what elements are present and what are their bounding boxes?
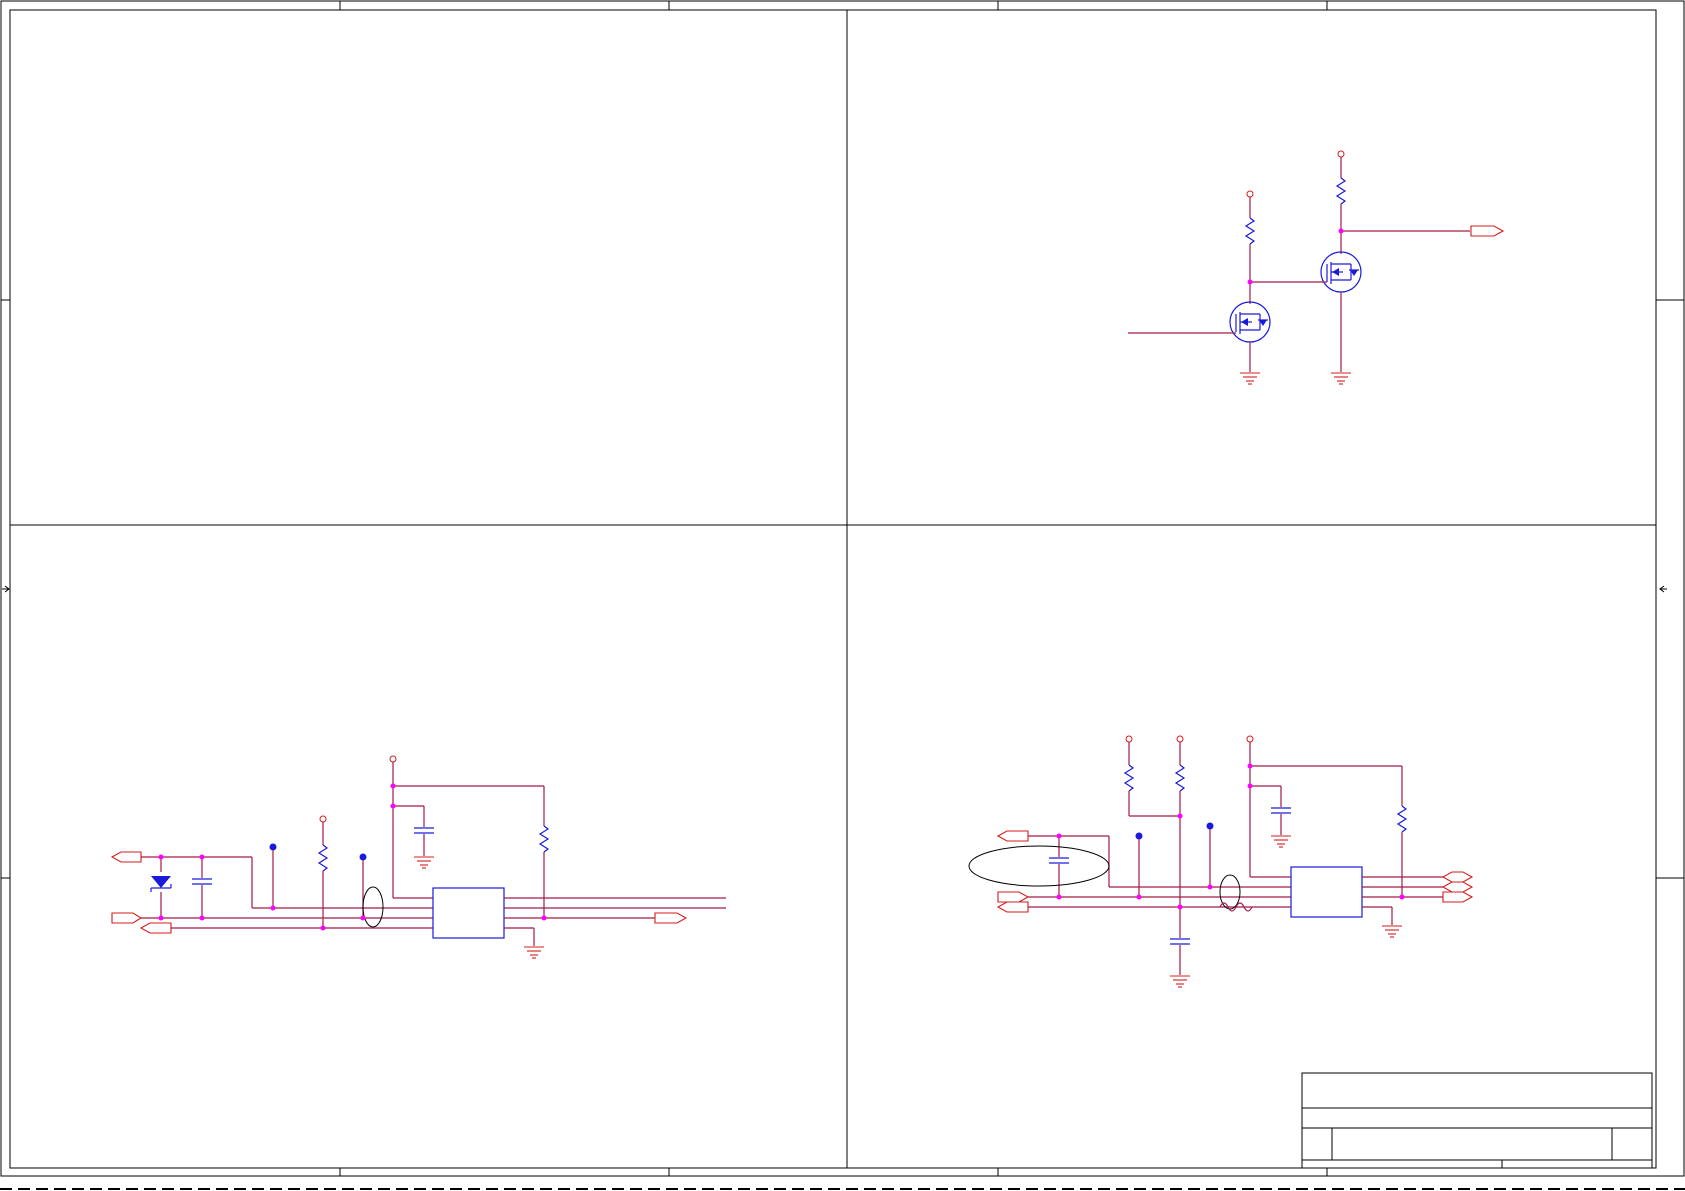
power-terminal	[319, 815, 327, 823]
interface-circuit-left	[110, 755, 726, 959]
ground-symbol	[1240, 372, 1260, 385]
port-connector	[1441, 881, 1474, 893]
ground-symbol	[414, 856, 434, 869]
arrow-right-marker	[1659, 585, 1667, 593]
mosfet-inverter-stage	[1128, 150, 1505, 385]
ground-symbol	[1170, 975, 1190, 988]
resistor	[1244, 217, 1256, 245]
port-connector	[996, 901, 1029, 913]
port-connector	[110, 851, 142, 863]
resistor	[1123, 764, 1135, 792]
twisted-pair-ring	[362, 886, 384, 928]
capacitor	[1049, 857, 1069, 864]
drawing-frame	[0, 0, 1685, 1190]
port-connector	[996, 830, 1029, 842]
power-terminal	[1176, 735, 1184, 743]
transceiver-ic	[432, 887, 505, 939]
arrow-left-marker	[2, 585, 10, 593]
test-point	[359, 853, 367, 861]
capacitor	[192, 878, 212, 885]
test-point	[269, 843, 277, 851]
transceiver-ic	[1290, 866, 1363, 918]
tvs-diode	[150, 876, 172, 892]
port-connector	[997, 891, 1030, 903]
port-connector	[111, 912, 143, 924]
power-terminal	[1246, 735, 1254, 743]
power-terminal	[389, 755, 397, 763]
ground-symbol	[1331, 372, 1351, 385]
power-terminal	[1125, 735, 1133, 743]
capacitor	[414, 827, 434, 834]
capacitor	[1170, 938, 1190, 945]
interface-circuit-right	[968, 735, 1474, 988]
ground-symbol	[1382, 925, 1402, 938]
power-terminal	[1337, 150, 1345, 158]
port-connector	[139, 922, 172, 934]
mosfet-q2	[1320, 251, 1362, 372]
output-port	[1470, 225, 1505, 237]
resistor	[1396, 805, 1408, 833]
title-block	[1301, 1072, 1653, 1169]
resistor	[317, 844, 329, 872]
capacitor	[1271, 807, 1291, 814]
resistor	[1174, 764, 1186, 792]
highlight-ellipse	[968, 845, 1110, 887]
ground-symbol	[1271, 835, 1291, 848]
schematic-sheet	[0, 0, 1685, 1190]
port-connector	[1441, 871, 1474, 883]
mosfet-q1	[1229, 301, 1271, 372]
resistor	[538, 825, 550, 853]
test-point	[1206, 822, 1214, 830]
resistor	[1335, 177, 1347, 205]
port-connector	[1442, 891, 1474, 903]
port-connector	[654, 912, 688, 924]
ground-symbol	[524, 946, 544, 959]
test-point	[1135, 832, 1143, 840]
power-terminal	[1246, 190, 1254, 198]
